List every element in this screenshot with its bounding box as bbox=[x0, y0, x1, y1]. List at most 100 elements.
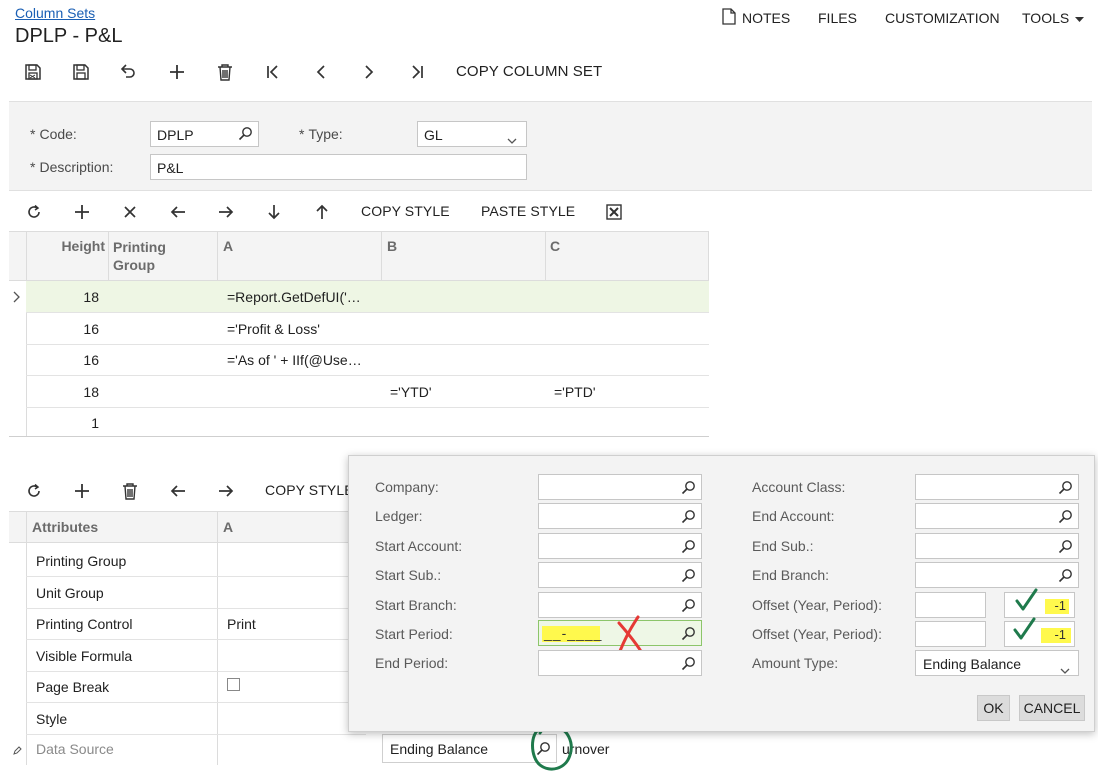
next-record-icon[interactable] bbox=[358, 61, 380, 83]
column-header-a[interactable]: A bbox=[223, 238, 233, 254]
add-row-icon[interactable] bbox=[71, 201, 93, 223]
delete-row-icon[interactable] bbox=[119, 201, 141, 223]
cell-b[interactable]: ='YTD' bbox=[390, 384, 432, 400]
account-class-field[interactable] bbox=[915, 474, 1079, 500]
cell-height[interactable]: 18 bbox=[53, 289, 99, 305]
copy-style-button[interactable]: COPY STYLE bbox=[265, 482, 354, 498]
attribute-name: Style bbox=[36, 711, 68, 727]
code-value: DPLP bbox=[157, 127, 194, 143]
arrow-up-icon[interactable] bbox=[311, 201, 333, 223]
cell-height[interactable]: 16 bbox=[53, 321, 99, 337]
attribute-name: Unit Group bbox=[36, 585, 104, 601]
description-value: P&L bbox=[157, 160, 184, 176]
company-field[interactable] bbox=[538, 474, 702, 500]
table-row[interactable] bbox=[26, 408, 709, 437]
copy-column-set-button[interactable]: COPY COLUMN SET bbox=[456, 63, 602, 80]
delete-icon[interactable] bbox=[119, 480, 141, 502]
cell-a[interactable]: ='Profit & Loss' bbox=[227, 321, 320, 337]
arrow-right-icon[interactable] bbox=[215, 201, 237, 223]
cell-a[interactable]: ='As of ' + IIf(@Use… bbox=[227, 352, 362, 368]
save-close-icon[interactable] bbox=[22, 61, 44, 83]
amount-type-select[interactable]: Ending Balance bbox=[915, 650, 1079, 676]
delete-icon[interactable] bbox=[214, 61, 236, 83]
type-select[interactable]: GL bbox=[417, 121, 527, 147]
search-icon[interactable] bbox=[681, 539, 696, 557]
files-link[interactable]: FILES bbox=[818, 10, 857, 26]
search-icon[interactable] bbox=[1058, 539, 1073, 557]
search-icon[interactable] bbox=[681, 509, 696, 527]
save-icon[interactable] bbox=[70, 61, 92, 83]
cell-height[interactable]: 18 bbox=[53, 384, 99, 400]
cell-c[interactable]: ='PTD' bbox=[554, 384, 596, 400]
column-header-c[interactable]: C bbox=[550, 238, 560, 254]
page-break-checkbox[interactable] bbox=[227, 678, 240, 691]
column-header-b[interactable]: B bbox=[387, 238, 397, 254]
attribute-name: Page Break bbox=[36, 679, 110, 695]
code-field[interactable]: DPLP bbox=[150, 121, 259, 147]
attribute-value[interactable]: Print bbox=[227, 616, 256, 632]
refresh-icon[interactable] bbox=[23, 480, 45, 502]
column-header-printing-group[interactable]: Printing Group bbox=[113, 238, 193, 274]
search-icon[interactable] bbox=[1058, 509, 1073, 527]
add-icon[interactable] bbox=[166, 61, 188, 83]
description-label: Description: bbox=[30, 159, 113, 175]
table-row[interactable] bbox=[26, 313, 709, 344]
undo-icon[interactable] bbox=[117, 61, 139, 83]
start-sub-field[interactable] bbox=[538, 562, 702, 588]
table-row[interactable] bbox=[26, 281, 709, 312]
tools-label: TOOLS bbox=[1022, 10, 1070, 26]
description-field[interactable]: P&L bbox=[150, 154, 527, 180]
table-row[interactable] bbox=[26, 376, 709, 407]
search-icon[interactable] bbox=[238, 126, 253, 144]
table-row[interactable] bbox=[26, 345, 709, 376]
notes-label: NOTES bbox=[742, 10, 791, 26]
end-branch-field[interactable] bbox=[915, 562, 1079, 588]
column-header-height[interactable]: Height bbox=[53, 238, 105, 254]
data-source-dialog: Company: Ledger: Start Account: Start Su… bbox=[348, 455, 1095, 732]
cancel-button[interactable]: CANCEL bbox=[1019, 695, 1085, 721]
arrow-down-icon[interactable] bbox=[263, 201, 285, 223]
cell-height[interactable]: 16 bbox=[53, 352, 99, 368]
excel-export-icon[interactable] bbox=[603, 201, 625, 223]
notes-link[interactable]: NOTES bbox=[722, 8, 790, 28]
search-icon[interactable] bbox=[681, 598, 696, 616]
attribute-name: Visible Formula bbox=[36, 648, 133, 664]
offset1-year-field[interactable] bbox=[915, 592, 986, 618]
start-branch-label: Start Branch: bbox=[375, 597, 457, 613]
code-label: Code: bbox=[30, 126, 76, 142]
first-record-icon[interactable] bbox=[262, 61, 284, 83]
ok-button[interactable]: OK bbox=[977, 695, 1010, 721]
start-account-field[interactable] bbox=[538, 533, 702, 559]
offset2-year-field[interactable] bbox=[915, 621, 986, 647]
arrow-left-icon[interactable] bbox=[167, 201, 189, 223]
last-record-icon[interactable] bbox=[406, 61, 428, 83]
tools-menu[interactable]: TOOLS bbox=[1022, 10, 1085, 26]
paste-style-button[interactable]: PASTE STYLE bbox=[481, 203, 575, 219]
chevron-down-icon bbox=[1060, 661, 1070, 677]
copy-style-button[interactable]: COPY STYLE bbox=[361, 203, 450, 219]
column-header-attributes[interactable]: Attributes bbox=[32, 519, 98, 535]
search-icon[interactable] bbox=[1058, 568, 1073, 586]
customization-link[interactable]: CUSTOMIZATION bbox=[885, 10, 1000, 26]
add-icon[interactable] bbox=[71, 480, 93, 502]
search-icon[interactable] bbox=[681, 480, 696, 498]
arrow-left-icon[interactable] bbox=[167, 480, 189, 502]
end-sub-field[interactable] bbox=[915, 533, 1079, 559]
refresh-icon[interactable] bbox=[23, 201, 45, 223]
attribute-name: Data Source bbox=[36, 741, 114, 757]
column-header-a[interactable]: A bbox=[223, 519, 233, 535]
search-icon[interactable] bbox=[681, 568, 696, 586]
breadcrumb[interactable]: Column Sets bbox=[15, 5, 95, 21]
arrow-right-icon[interactable] bbox=[215, 480, 237, 502]
end-period-field[interactable] bbox=[538, 650, 702, 676]
ledger-field[interactable] bbox=[538, 503, 702, 529]
cell-height[interactable]: 1 bbox=[53, 415, 99, 431]
end-account-field[interactable] bbox=[915, 503, 1079, 529]
search-icon[interactable] bbox=[1058, 480, 1073, 498]
search-icon[interactable] bbox=[681, 656, 696, 674]
previous-record-icon[interactable] bbox=[310, 61, 332, 83]
green-check-annotation bbox=[1012, 616, 1038, 645]
cell-a[interactable]: =Report.GetDefUI('… bbox=[227, 289, 361, 305]
offset1-period-value: -1 bbox=[1054, 598, 1066, 613]
search-icon[interactable] bbox=[681, 626, 696, 644]
